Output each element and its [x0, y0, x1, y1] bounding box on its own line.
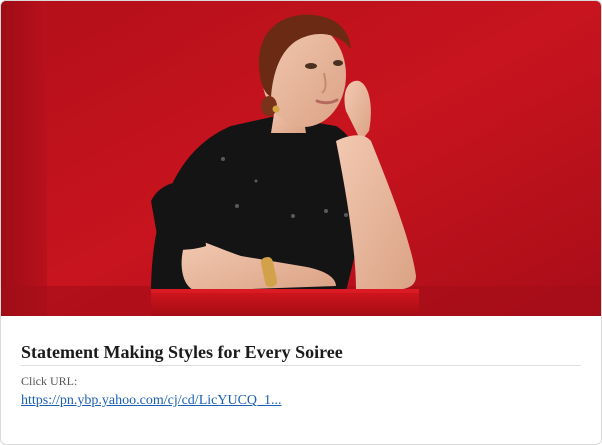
click-url-link[interactable]: https://pn.ybp.yahoo.com/cj/cd/LicYUCQ_1…: [21, 392, 282, 410]
link-preview-card[interactable]: Statement Making Styles for Every Soiree…: [0, 0, 602, 445]
card-title[interactable]: Statement Making Styles for Every Soiree: [21, 341, 581, 363]
preview-image[interactable]: [1, 1, 601, 316]
divider: [21, 365, 581, 366]
click-url-label: Click URL:: [21, 374, 78, 388]
